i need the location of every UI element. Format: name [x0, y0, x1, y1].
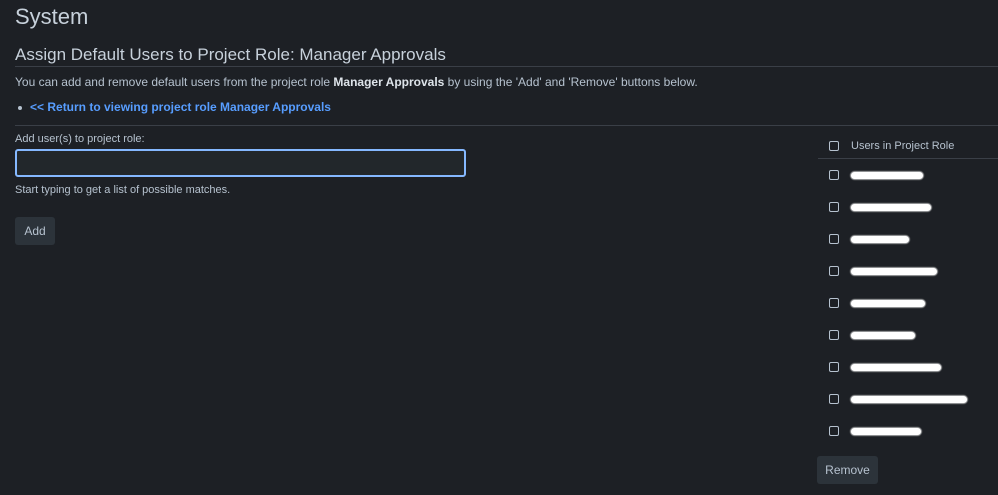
- section-title: Assign Default Users to Project Role: Ma…: [15, 45, 446, 64]
- user-name-redacted[interactable]: [851, 363, 941, 371]
- user-row: [818, 223, 998, 255]
- user-checkbox[interactable]: [829, 298, 839, 308]
- user-checkbox[interactable]: [829, 426, 839, 436]
- user-row: [818, 383, 998, 415]
- user-checkbox[interactable]: [829, 362, 839, 372]
- user-checkbox[interactable]: [829, 202, 839, 212]
- user-name-redacted[interactable]: [851, 171, 923, 179]
- users-in-role-panel: Users in Project Role: [818, 134, 998, 447]
- bullet-icon: [18, 105, 22, 110]
- user-name-redacted[interactable]: [851, 331, 915, 339]
- user-name-redacted[interactable]: [851, 203, 931, 211]
- users-in-role-header: Users in Project Role: [818, 134, 998, 159]
- user-checkbox[interactable]: [829, 394, 839, 404]
- add-button[interactable]: Add: [15, 217, 55, 245]
- description-text-end: by using the 'Add' and 'Remove' buttons …: [444, 75, 698, 89]
- user-name-redacted[interactable]: [851, 235, 909, 243]
- remove-button[interactable]: Remove: [817, 456, 878, 484]
- user-row: [818, 415, 998, 447]
- user-row: [818, 191, 998, 223]
- user-checkbox[interactable]: [829, 330, 839, 340]
- user-name-redacted[interactable]: [851, 427, 921, 435]
- user-row: [818, 255, 998, 287]
- add-users-label: Add user(s) to project role:: [15, 133, 145, 145]
- user-row: [818, 319, 998, 351]
- return-link[interactable]: << Return to viewing project role Manage…: [30, 100, 331, 114]
- page-title: System: [15, 4, 89, 29]
- role-name: Manager Approvals: [333, 75, 445, 89]
- user-checkbox[interactable]: [829, 234, 839, 244]
- users-in-role-title: Users in Project Role: [851, 140, 955, 152]
- user-row: [818, 287, 998, 319]
- divider: [15, 125, 998, 126]
- user-row: [818, 351, 998, 383]
- description: You can add and remove default users fro…: [15, 75, 698, 89]
- divider: [15, 66, 998, 67]
- add-users-help: Start typing to get a list of possible m…: [15, 184, 231, 196]
- user-checkbox[interactable]: [829, 266, 839, 276]
- select-all-checkbox[interactable]: [829, 141, 839, 151]
- return-list-item: << Return to viewing project role Manage…: [18, 100, 331, 114]
- user-name-redacted[interactable]: [851, 299, 925, 307]
- user-name-redacted[interactable]: [851, 267, 937, 275]
- user-checkbox[interactable]: [829, 170, 839, 180]
- user-name-redacted[interactable]: [851, 395, 967, 403]
- description-text: You can add and remove default users fro…: [15, 75, 334, 89]
- add-users-input[interactable]: [15, 149, 466, 177]
- user-row: [818, 159, 998, 191]
